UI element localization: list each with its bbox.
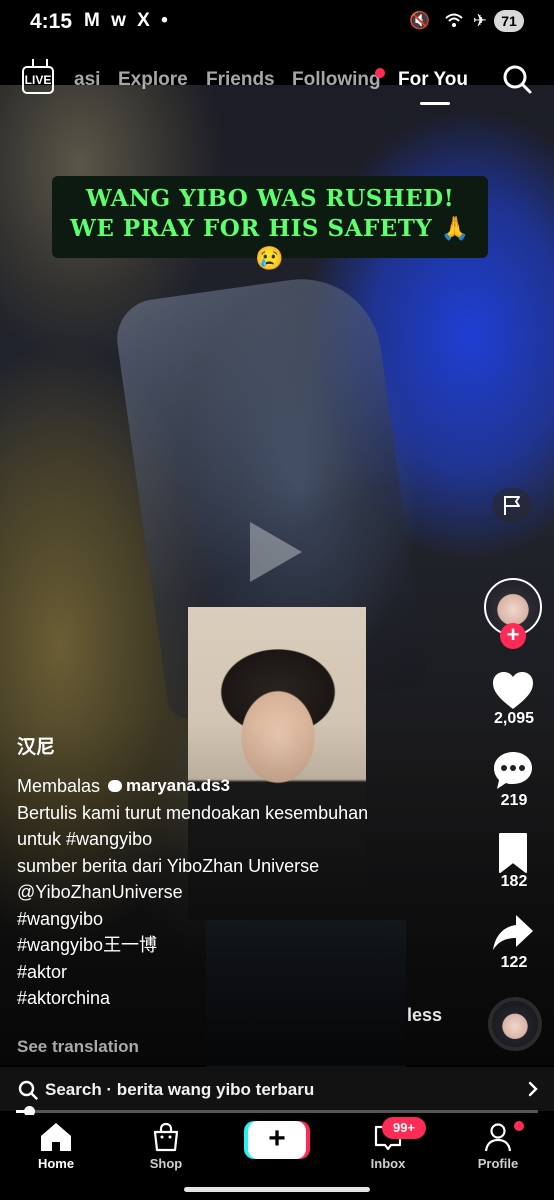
status-time: 4:15: [30, 10, 73, 33]
reply-prefix: Membalas: [17, 776, 101, 796]
nav-home[interactable]: Home: [16, 1121, 96, 1171]
bookmark-icon[interactable]: [490, 830, 536, 876]
music-disc-avatar[interactable]: [488, 997, 542, 1051]
flag-icon: [504, 496, 520, 515]
nav-profile-label: Profile: [477, 1156, 519, 1171]
tab-for-you[interactable]: For You: [398, 69, 468, 91]
system-icons: 🔇 ✈: [409, 11, 492, 31]
wifi-icon: [445, 13, 463, 27]
top-navigation: LIVE asi Explore Friends Following For Y…: [0, 60, 554, 105]
battery-indicator: 71: [494, 10, 524, 32]
video-progress-track[interactable]: [16, 1110, 538, 1113]
see-translation-link[interactable]: See translation: [17, 1037, 139, 1057]
hashtag[interactable]: #wangyibo王一博: [17, 932, 457, 959]
following-notification-dot: [375, 68, 385, 78]
related-search-bar[interactable]: Search · berita wang yibo terbaru: [0, 1067, 554, 1111]
mute-icon: 🔇: [409, 11, 436, 30]
reply-username[interactable]: maryana.ds3: [126, 773, 230, 800]
nav-home-label: Home: [37, 1156, 75, 1171]
share-count: 122: [500, 954, 528, 971]
shopping-bag-icon: [153, 1122, 179, 1152]
tab-following[interactable]: Following: [292, 69, 381, 91]
inbox-badge: 99+: [382, 1117, 426, 1139]
live-icon[interactable]: LIVE: [22, 66, 54, 94]
headline-line-2: WE PRAY FOR HIS SAFETY 🙏😢: [70, 215, 470, 272]
nav-shop-label: Shop: [149, 1156, 183, 1171]
video-headline-overlay: WANG YIBO WAS RUSHED! WE PRAY FOR HIS SA…: [52, 176, 488, 272]
comment-icon[interactable]: [490, 748, 536, 794]
less-button[interactable]: less: [407, 1005, 442, 1026]
caption-line: sumber berita dari YiboZhan Universe: [17, 855, 320, 876]
share-icon[interactable]: [490, 910, 536, 956]
comment-count: 219: [500, 792, 528, 809]
heart-icon[interactable]: [490, 668, 536, 714]
caption-line: Bertulis kami turut mendoakan kesembuhan: [17, 802, 369, 823]
headline-line-1: WANG YIBO WAS RUSHED!: [85, 185, 455, 212]
tab-partial[interactable]: asi: [74, 69, 100, 91]
tab-explore[interactable]: Explore: [118, 69, 188, 91]
related-search-text: Search · berita wang yibo terbaru: [45, 1080, 315, 1099]
chevron-right-icon: [528, 1081, 538, 1097]
search-icon[interactable]: [502, 64, 532, 94]
video-caption: 汉尼 Membalas maryana.ds3 Bertulis kami tu…: [17, 732, 457, 1012]
hashtag[interactable]: #wangyibo: [17, 906, 457, 933]
tab-friends[interactable]: Friends: [206, 69, 275, 91]
profile-notification-dot: [514, 1121, 524, 1131]
search-icon: [18, 1080, 38, 1100]
home-indicator: [184, 1187, 370, 1192]
like-count: 2,095: [493, 710, 535, 727]
nav-inbox-label: Inbox: [370, 1156, 406, 1171]
comment-bubble-icon: [108, 780, 123, 793]
active-tab-underline: [420, 102, 450, 105]
notification-icons: M w X •: [84, 10, 171, 31]
caption-line[interactable]: untuk #wangyibo: [17, 826, 457, 853]
home-icon: [41, 1123, 71, 1151]
play-icon[interactable]: [250, 522, 302, 582]
create-button[interactable]: +: [248, 1121, 306, 1159]
status-bar: 4:15 M w X • 🔇 ✈ 71: [0, 0, 554, 44]
hashtag[interactable]: #aktor: [17, 959, 457, 986]
airplane-icon: ✈: [472, 11, 492, 30]
hashtag[interactable]: #aktorchina: [17, 985, 457, 1012]
follow-plus-button[interactable]: +: [500, 623, 526, 649]
nav-profile[interactable]: Profile: [458, 1121, 538, 1171]
caption-mention[interactable]: @YiboZhanUniverse: [17, 879, 457, 906]
report-flag-button[interactable]: [492, 488, 532, 522]
reply-row: Membalas maryana.ds3: [17, 773, 457, 800]
author-name[interactable]: 汉尼: [17, 732, 457, 759]
bookmark-count: 182: [500, 873, 528, 890]
nav-shop[interactable]: Shop: [126, 1121, 206, 1171]
profile-icon: [484, 1123, 512, 1152]
